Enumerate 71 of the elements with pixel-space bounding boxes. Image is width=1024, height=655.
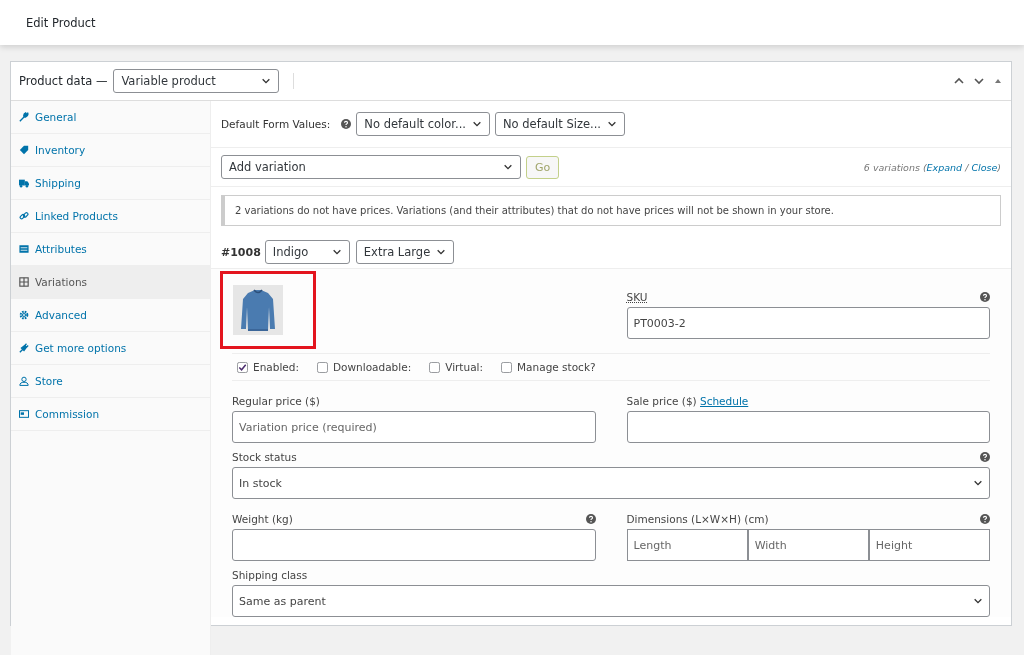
list-icon — [19, 244, 29, 254]
sidebar-item[interactable]: Shipping — [11, 167, 210, 200]
sidebar-item[interactable]: Inventory — [11, 134, 210, 167]
sidebar-item[interactable]: Advanced — [11, 299, 210, 332]
field-label: Stock status — [232, 451, 297, 463]
help-icon[interactable] — [585, 514, 596, 524]
checkbox-label: Manage stock? — [517, 361, 596, 373]
stock-status-select[interactable]: In stock — [232, 467, 990, 499]
person-icon — [19, 376, 29, 386]
variation-id: #1008 — [221, 245, 261, 259]
default-form-values-label: Default Form Values: — [221, 118, 331, 130]
plug-icon — [19, 343, 29, 353]
caret-icon — [607, 119, 617, 129]
caret-icon — [973, 478, 983, 488]
help-icon[interactable] — [980, 514, 990, 524]
expand-link[interactable]: Expand — [926, 161, 963, 173]
sku-field[interactable]: PT0003-2 — [626, 307, 990, 339]
caret-icon — [503, 162, 513, 172]
checkbox-label: Enabled: — [253, 361, 299, 373]
truck-icon — [19, 178, 29, 188]
field-label: Dimensions (L×W×H) (cm) — [626, 513, 769, 525]
grid-icon — [19, 277, 29, 287]
variation-count: 6 variations (Expand / Close) — [863, 161, 1001, 173]
notice: 2 variations do not have prices. Variations (and their attributes) that do not have prices will not be shown in your store. — [221, 195, 1001, 226]
dimension-field[interactable]: Height — [868, 529, 990, 561]
sale-price-field[interactable] — [626, 411, 990, 443]
help-icon[interactable] — [341, 119, 352, 129]
regular-price-field[interactable]: Variation price (required) — [232, 411, 596, 443]
panel-label: Product data — — [19, 74, 108, 88]
product-type-select[interactable]: Variable product — [113, 69, 280, 93]
add-variation-select[interactable]: Add variation — [221, 155, 521, 179]
sidebar-item[interactable]: Store — [11, 365, 210, 398]
field-label: Weight (kg) — [232, 513, 293, 525]
weight-field[interactable] — [232, 529, 596, 561]
field-label: Sale price ($) Schedule — [626, 395, 749, 407]
field-label: Regular price ($) — [232, 395, 320, 407]
checkbox[interactable] — [501, 361, 513, 373]
close-link[interactable]: Close — [971, 161, 998, 173]
shipping-class-select[interactable]: Same as parent — [232, 585, 990, 617]
dimension-field[interactable]: Length — [626, 529, 748, 561]
caret-icon — [472, 119, 482, 129]
caret-icon — [436, 247, 447, 257]
field-label: Shipping class — [232, 569, 308, 581]
checkbox[interactable] — [429, 361, 441, 373]
wrench-icon — [19, 112, 29, 122]
help-icon[interactable] — [980, 292, 990, 302]
checkbox[interactable] — [237, 361, 248, 373]
checkbox-label: Virtual: — [445, 361, 484, 373]
default-value-select[interactable]: No default Size... — [495, 112, 625, 136]
sku-label: SKU — [626, 291, 648, 303]
sidebar-item[interactable]: Commission — [11, 398, 210, 431]
size-select[interactable]: Extra Large — [355, 240, 455, 264]
default-value-select[interactable]: No default color... — [356, 112, 490, 136]
sidebar-item[interactable]: Linked Products — [11, 200, 210, 233]
caret-icon — [331, 247, 342, 257]
caret-icon — [973, 596, 983, 606]
help-icon[interactable] — [980, 452, 990, 462]
sidebar-item[interactable]: Get more options — [11, 332, 210, 365]
page-title: Edit Product — [26, 15, 96, 30]
caret-icon — [261, 76, 272, 86]
link-icon — [19, 211, 29, 221]
dimension-field[interactable]: Width — [747, 529, 869, 561]
checkbox[interactable] — [316, 361, 328, 373]
schedule-link[interactable]: Schedule — [700, 395, 749, 407]
sidebar-item[interactable]: General — [11, 101, 210, 134]
checkbox-label: Downloadable: — [332, 361, 412, 373]
card-icon — [19, 409, 29, 419]
color-select[interactable]: Indigo — [264, 240, 350, 264]
chevron-down-icon[interactable] — [973, 75, 985, 87]
tag-icon — [19, 145, 29, 155]
sidebar-item[interactable]: Variations — [11, 266, 210, 299]
